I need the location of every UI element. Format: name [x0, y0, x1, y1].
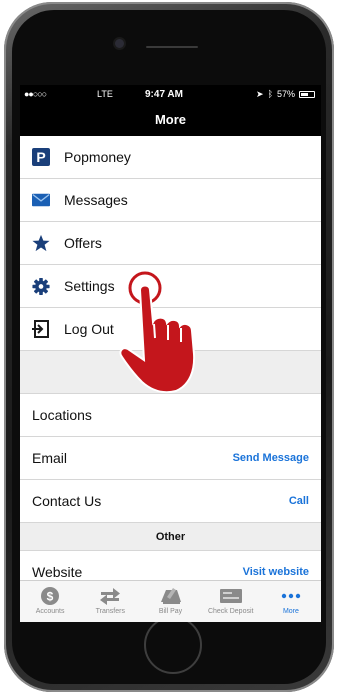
svg-text:$: $ — [47, 590, 54, 604]
tab-label: Transfers — [95, 608, 125, 615]
home-button[interactable] — [144, 616, 202, 674]
tab-label: Check Deposit — [207, 608, 254, 615]
logout-icon — [32, 320, 50, 338]
menu-item-label: Popmoney — [64, 149, 131, 165]
status-bar: ●●○○○ LTE 9:47 AM ➤ ᛒ 57% — [20, 85, 321, 103]
section-header-other: Other — [20, 523, 321, 551]
camera-icon — [115, 39, 124, 48]
page-title: More — [154, 112, 187, 127]
battery-icon — [299, 90, 315, 98]
gear-icon — [32, 277, 50, 295]
dollar-circle-icon: $ — [40, 586, 60, 606]
menu-item-popmoney[interactable]: P Popmoney — [20, 136, 321, 179]
menu-item-label: Log Out — [64, 321, 114, 337]
row-label: Locations — [32, 407, 92, 423]
popmoney-icon: P — [32, 148, 50, 166]
call-link[interactable]: Call — [289, 495, 309, 507]
tab-label: More — [282, 608, 299, 615]
speaker-grille — [146, 46, 198, 48]
check-icon — [219, 586, 242, 606]
tab-accounts[interactable]: $ Accounts — [20, 581, 80, 622]
tab-more[interactable]: More — [261, 581, 321, 622]
menu-item-messages[interactable]: Messages — [20, 179, 321, 222]
tap-hand-icon — [119, 271, 196, 394]
battery-percent: 57% — [276, 89, 295, 99]
tab-bar: $ Accounts Transfers Bill Pay Check Depo… — [20, 580, 321, 622]
location-arrow-icon: ➤ — [256, 88, 264, 99]
tab-transfers[interactable]: Transfers — [80, 581, 140, 622]
tab-label: Bill Pay — [158, 608, 183, 615]
bluetooth-icon: ᛒ — [267, 89, 273, 99]
row-locations[interactable]: Locations — [20, 394, 321, 437]
svg-text:P: P — [36, 149, 45, 165]
row-label: Email — [32, 450, 68, 466]
status-time: 9:47 AM — [145, 88, 183, 100]
envelope-icon — [32, 191, 50, 209]
transfer-arrows-icon — [99, 586, 121, 606]
menu-item-label: Messages — [64, 192, 128, 208]
tab-label: Accounts — [35, 608, 65, 615]
nav-bar: More — [20, 103, 321, 136]
star-icon — [32, 234, 50, 252]
visit-website-link[interactable]: Visit website — [243, 566, 309, 578]
menu-item-label: Settings — [64, 278, 115, 294]
section-header-label: Other — [155, 530, 186, 543]
tab-check-deposit[interactable]: Check Deposit — [201, 581, 261, 622]
row-email: Email Send Message — [20, 437, 321, 480]
row-contact-us: Contact Us Call — [20, 480, 321, 523]
row-label: Website — [32, 564, 83, 580]
bill-pay-icon — [160, 586, 182, 606]
menu-item-offers[interactable]: Offers — [20, 222, 321, 265]
more-dots-icon — [281, 586, 301, 606]
carrier-label: LTE — [97, 89, 113, 99]
row-label: Contact Us — [32, 493, 102, 509]
tab-bill-pay[interactable]: Bill Pay — [140, 581, 200, 622]
signal-indicator: ●●○○○ — [24, 89, 47, 99]
send-message-link[interactable]: Send Message — [233, 452, 309, 464]
menu-item-label: Offers — [64, 235, 102, 251]
